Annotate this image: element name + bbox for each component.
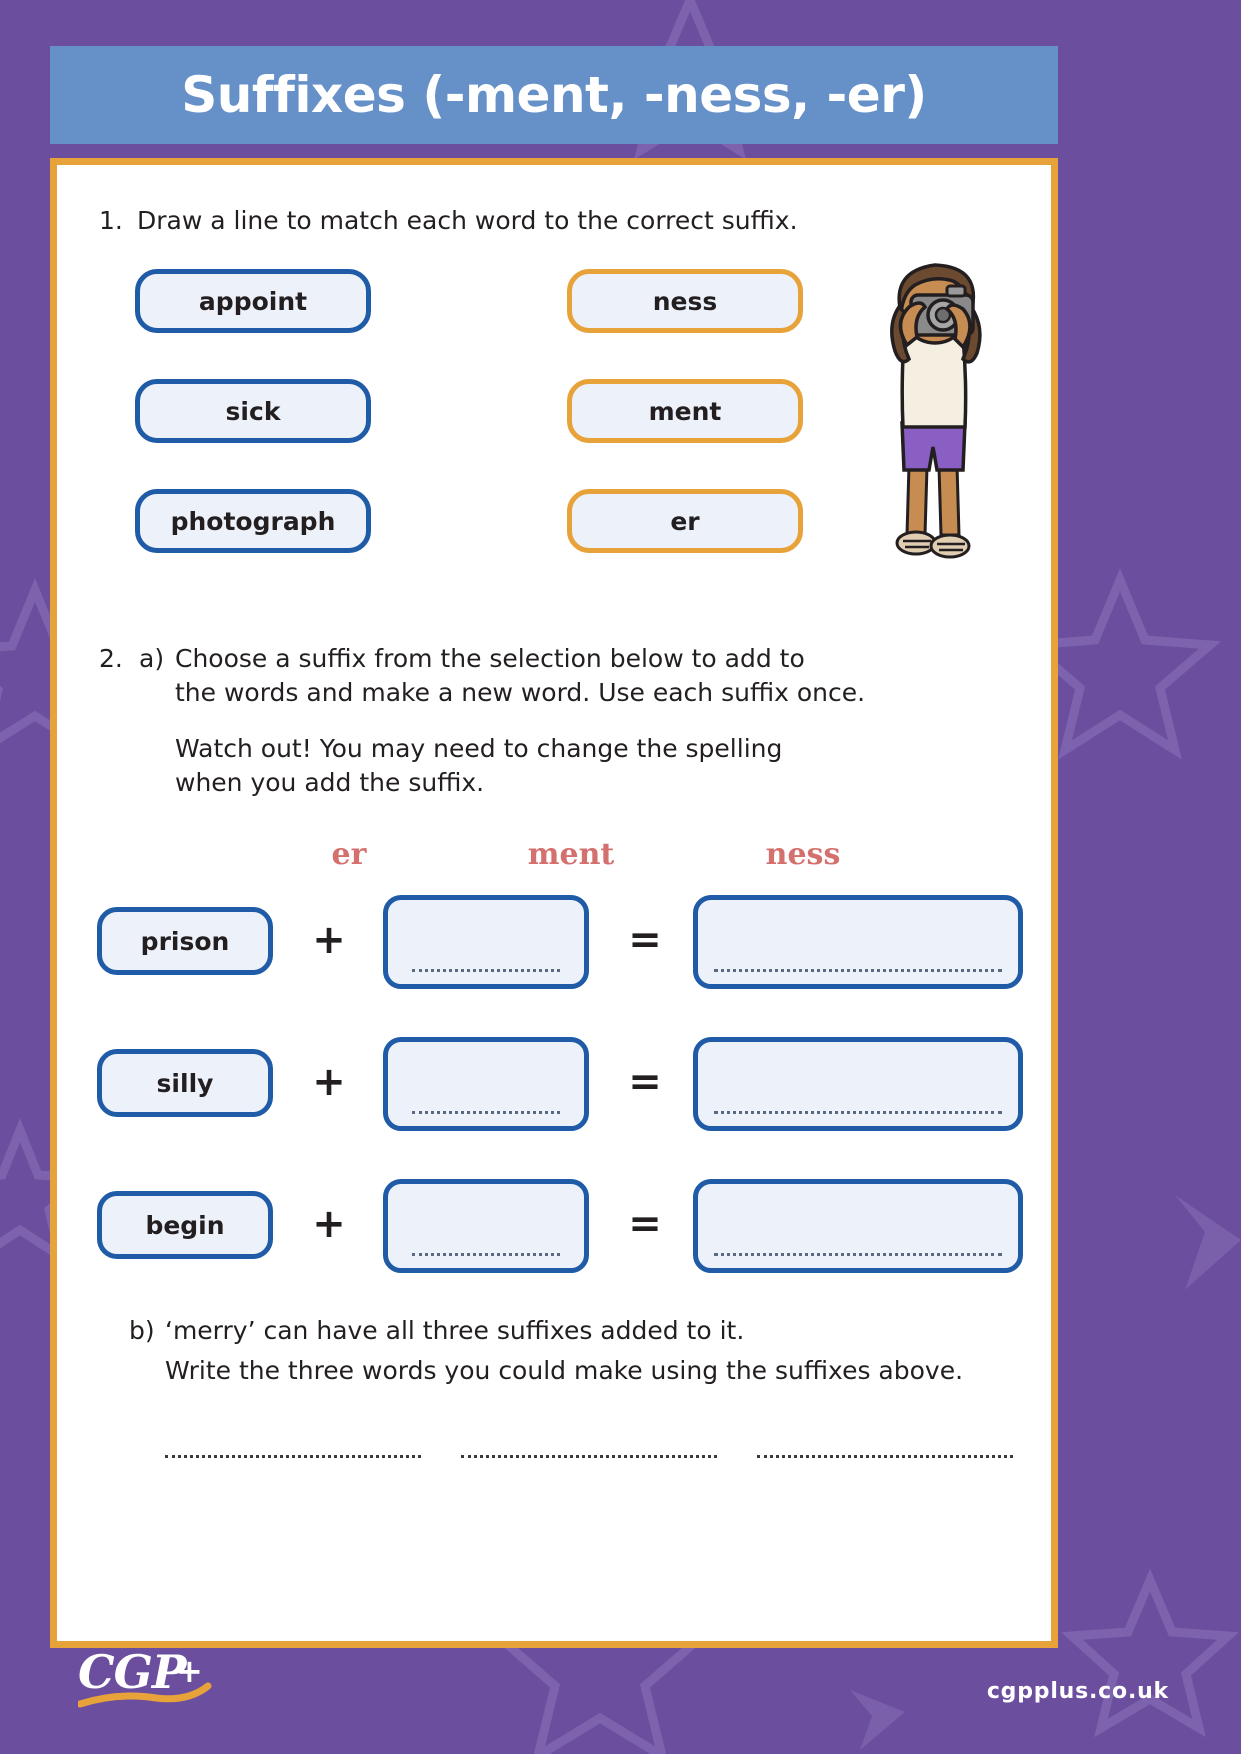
q1-word-label: sick bbox=[225, 396, 281, 426]
q1-instruction: Draw a line to match each word to the co… bbox=[137, 206, 798, 235]
q1-suffix-label: er bbox=[670, 506, 700, 536]
footer-url[interactable]: cgpplus.co.uk bbox=[987, 1679, 1169, 1704]
q2-row-word-label: silly bbox=[156, 1068, 214, 1098]
q1-suffix-label: ment bbox=[648, 396, 722, 426]
q2-row-suffix-blank[interactable] bbox=[383, 895, 589, 989]
q2-row-plus-operator: + bbox=[312, 1201, 346, 1247]
q1-number: 1. bbox=[99, 206, 123, 235]
svg-text:CGP: CGP bbox=[78, 1645, 188, 1699]
q1-suffix-label: ness bbox=[652, 286, 718, 316]
q1-word-label: appoint bbox=[198, 286, 308, 316]
q2-part-b-line2: Write the three words you could make usi… bbox=[165, 1356, 964, 1385]
q1-word-box-appoint[interactable]: appoint bbox=[135, 269, 371, 333]
writing-line bbox=[714, 1253, 1002, 1256]
q2-row-answer-blank[interactable] bbox=[693, 895, 1023, 989]
q2-row-suffix-blank[interactable] bbox=[383, 1037, 589, 1131]
q2-row-word-label: begin bbox=[145, 1210, 225, 1240]
q2-row-equals-operator: = bbox=[628, 917, 662, 963]
q1-suffix-box-ness[interactable]: ness bbox=[567, 269, 803, 333]
q1-word-box-sick[interactable]: sick bbox=[135, 379, 371, 443]
q2-row-word-silly: silly bbox=[97, 1049, 273, 1117]
q2-part-a-label: a) bbox=[139, 644, 165, 673]
cgp-logo: CGP + bbox=[76, 1642, 228, 1716]
q2-part-a-line1: Choose a suffix from the selection below… bbox=[175, 644, 805, 673]
q2-part-a-line4: when you add the suffix. bbox=[175, 768, 485, 797]
child-with-camera-illustration bbox=[847, 255, 1017, 579]
q2-suffix-choice-ment: ment bbox=[527, 837, 615, 872]
q2-row-suffix-blank[interactable] bbox=[383, 1179, 589, 1273]
q1-suffix-box-ment[interactable]: ment bbox=[567, 379, 803, 443]
page-title: Suffixes (-ment, -ness, -er) bbox=[181, 66, 927, 124]
writing-line bbox=[411, 969, 561, 972]
title-banner: Suffixes (-ment, -ness, -er) bbox=[50, 46, 1058, 144]
q2-row-word-begin: begin bbox=[97, 1191, 273, 1259]
q2-part-b-answer-line-2[interactable] bbox=[461, 1455, 717, 1458]
q1-word-label: photograph bbox=[170, 506, 336, 536]
worksheet-sheet: 1. Draw a line to match each word to the… bbox=[50, 158, 1058, 1648]
q2-suffix-choice-ness: ness bbox=[765, 837, 841, 872]
q2-row-plus-operator: + bbox=[312, 917, 346, 963]
q2-row-equals-operator: = bbox=[628, 1201, 662, 1247]
q2-row-equals-operator: = bbox=[628, 1059, 662, 1105]
q2-number: 2. bbox=[99, 644, 123, 673]
writing-line bbox=[714, 1111, 1002, 1114]
q2-row-answer-blank[interactable] bbox=[693, 1037, 1023, 1131]
q2-row-answer-blank[interactable] bbox=[693, 1179, 1023, 1273]
q2-part-b-label: b) bbox=[129, 1316, 155, 1345]
q2-suffix-choice-er: er bbox=[331, 837, 367, 872]
q2-part-b-answer-line-3[interactable] bbox=[757, 1455, 1013, 1458]
writing-line bbox=[714, 969, 1002, 972]
q2-row-plus-operator: + bbox=[312, 1059, 346, 1105]
q2-part-b-answer-line-1[interactable] bbox=[165, 1455, 421, 1458]
writing-line bbox=[411, 1111, 561, 1114]
q2-row-word-label: prison bbox=[140, 926, 230, 956]
writing-line bbox=[411, 1253, 561, 1256]
q2-part-a-line2: the words and make a new word. Use each … bbox=[175, 678, 866, 707]
q2-part-a-line3: Watch out! You may need to change the sp… bbox=[175, 734, 783, 763]
q1-suffix-box-er[interactable]: er bbox=[567, 489, 803, 553]
svg-text:+: + bbox=[176, 1652, 203, 1690]
q2-row-word-prison: prison bbox=[97, 907, 273, 975]
q2-part-b-line1: ‘merry’ can have all three suffixes adde… bbox=[165, 1316, 745, 1345]
q1-word-box-photograph[interactable]: photograph bbox=[135, 489, 371, 553]
